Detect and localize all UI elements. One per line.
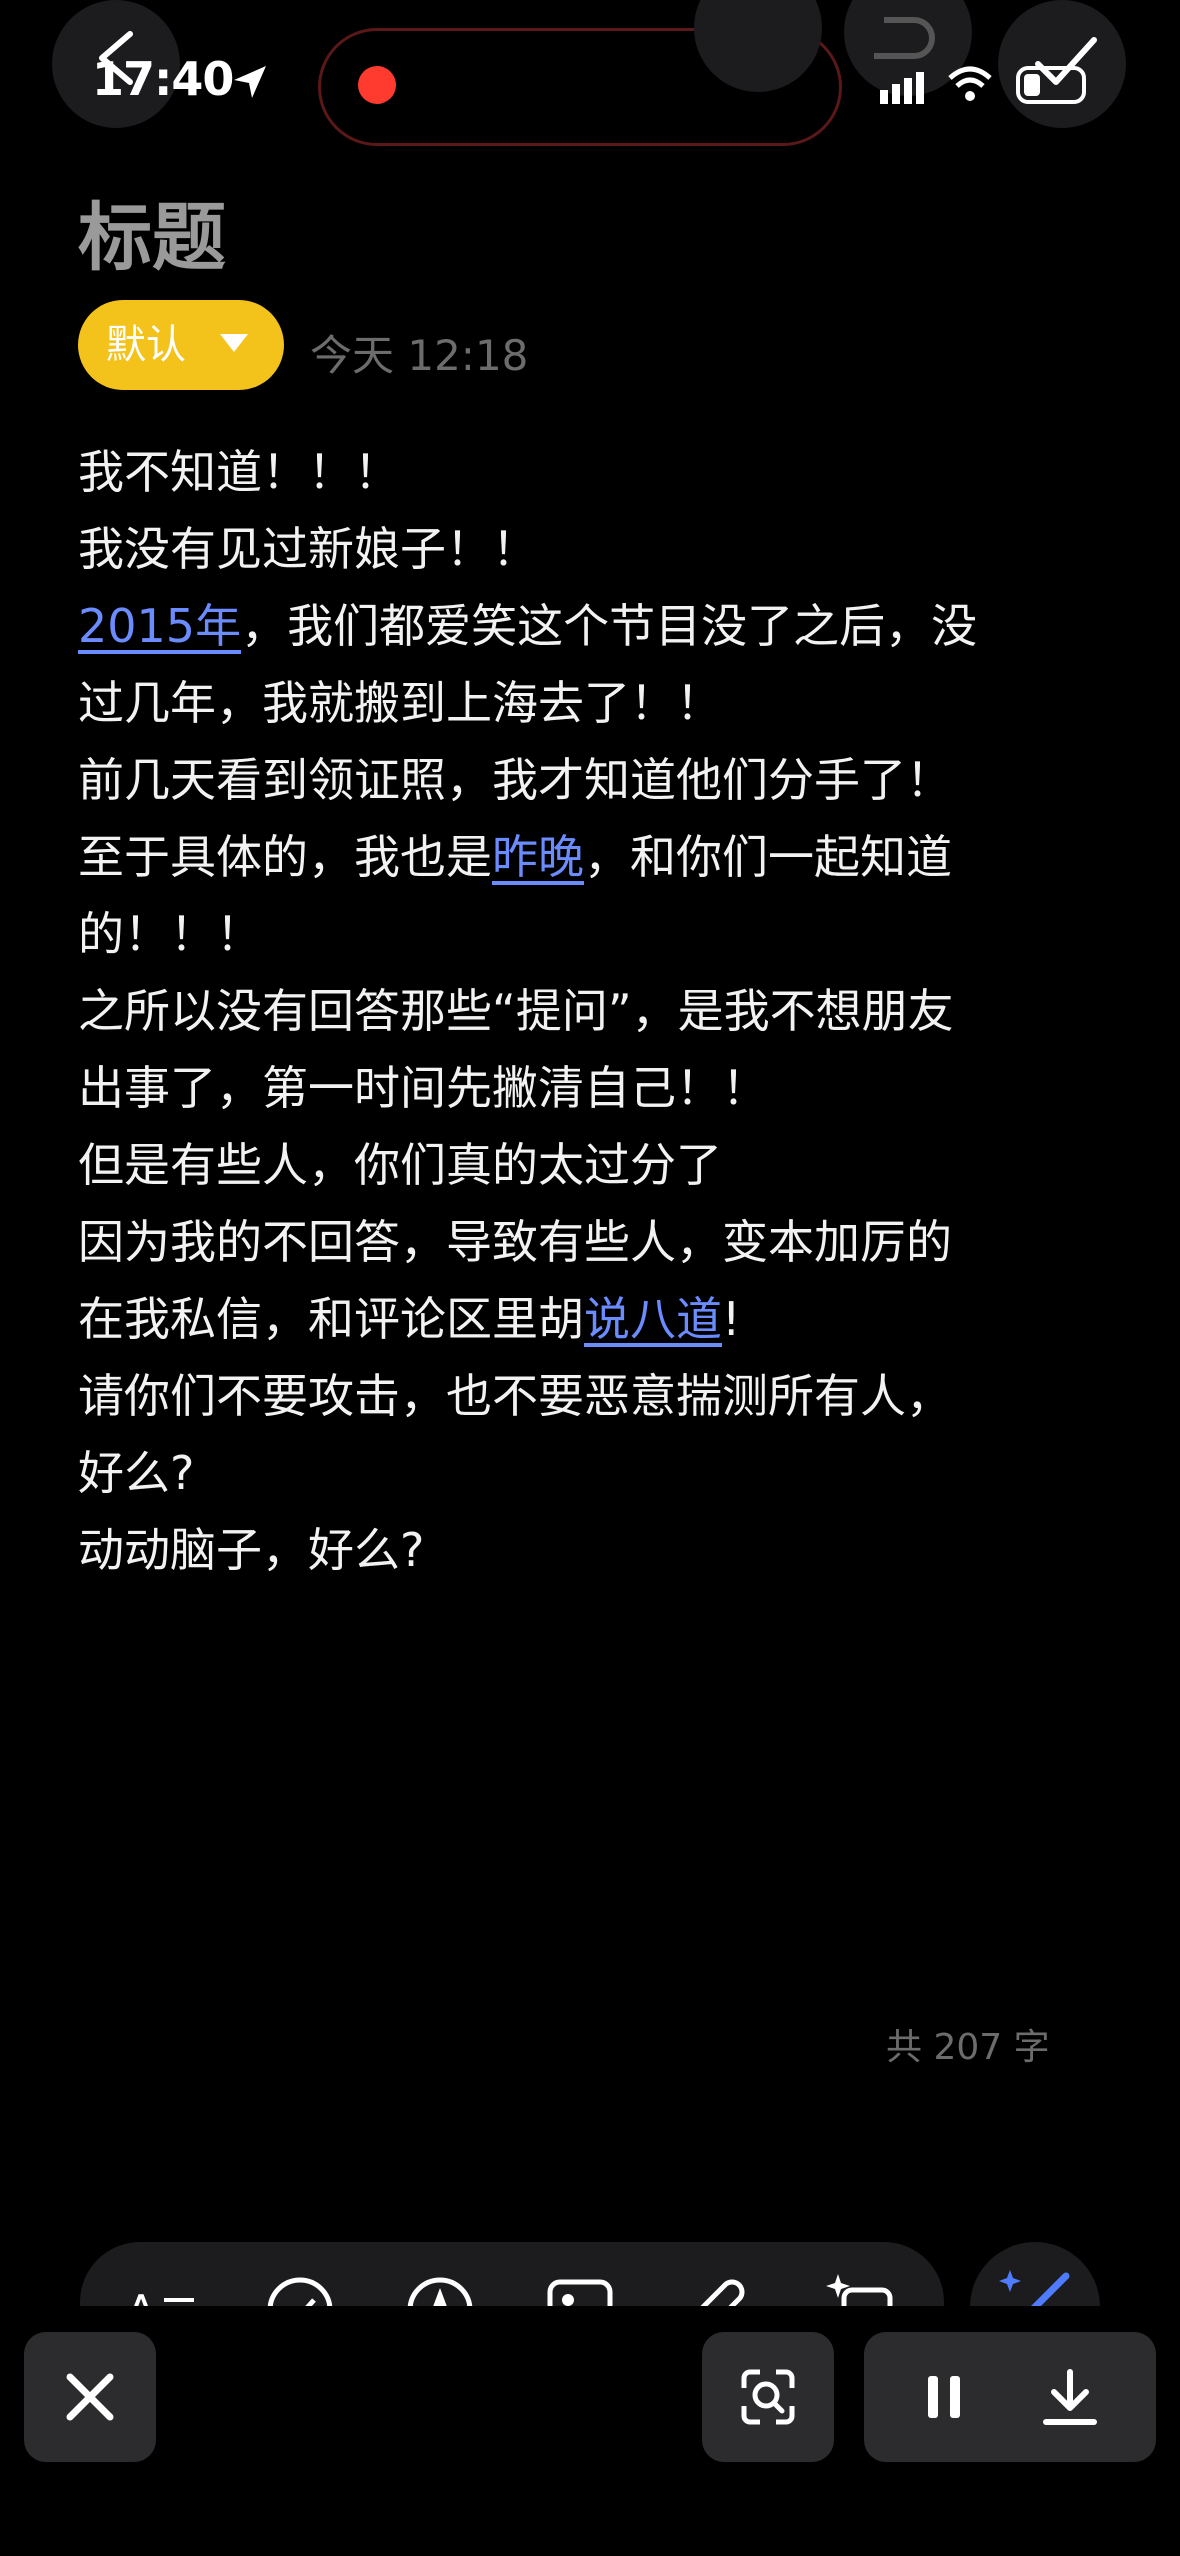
location-arrow-icon [232, 64, 268, 100]
link-nonsense[interactable]: 说八道 [584, 1292, 722, 1346]
close-button[interactable] [24, 2332, 156, 2462]
body-line: 之所以没有回答那些“提问”，是我不想朋友 [78, 984, 954, 1038]
body-line: 出事了，第一时间先撇清自己！！ [78, 1061, 768, 1115]
wifi-icon [946, 64, 994, 104]
recording-indicator [358, 66, 396, 104]
pause-icon[interactable] [922, 2372, 968, 2422]
link-year[interactable]: 2015年 [78, 599, 241, 653]
status-time: 17:40 [92, 52, 234, 106]
body-line: 在我私信，和评论区里胡说八道! [78, 1292, 741, 1346]
note-date: 今天 12:18 [310, 331, 529, 380]
body-line: 好么? [78, 1446, 195, 1500]
download-icon[interactable] [1040, 2368, 1100, 2428]
body-line: 过几年，我就搬到上海去了！！ [78, 676, 722, 730]
signal-icon [880, 70, 930, 106]
scan-button[interactable] [702, 2332, 834, 2462]
note-body[interactable]: 我不知道！！！ 我没有见过新娘子！！ 2015年，我们都爱笑这个节目没了之后，没… [78, 434, 1108, 1589]
category-label: 默认 [106, 322, 186, 368]
body-line: 但是有些人，你们真的太过分了 [78, 1138, 722, 1192]
recording-controls [864, 2332, 1156, 2462]
body-line: 我不知道！！！ [78, 445, 400, 499]
scan-icon [741, 2369, 795, 2425]
body-line: 前几天看到领证照，我才知道他们分手了！ [78, 753, 952, 807]
body-line: 的！！！ [78, 907, 262, 961]
body-line: 请你们不要攻击，也不要恶意揣测所有人， [78, 1369, 952, 1423]
category-dropdown[interactable]: 默认 [78, 300, 284, 390]
body-line: 我没有见过新娘子！！ [78, 522, 538, 576]
word-count: 共 207 字 [886, 2027, 1050, 2068]
done-button[interactable] [998, 0, 1126, 128]
link-last-night[interactable]: 昨晚 [492, 830, 584, 884]
body-line: 动动脑子，好么? [78, 1523, 425, 1577]
body-line: 2015年，我们都爱笑这个节目没了之后，没 [78, 599, 978, 653]
check-icon [1016, 37, 1097, 104]
body-line: 至于具体的，我也是昨晚，和你们一起知道 [78, 830, 952, 884]
body-line: 因为我的不回答，导致有些人，变本加厉的 [78, 1215, 952, 1269]
note-title[interactable]: 标题 [78, 178, 226, 285]
chevron-down-icon [220, 334, 248, 352]
close-icon [66, 2373, 114, 2421]
